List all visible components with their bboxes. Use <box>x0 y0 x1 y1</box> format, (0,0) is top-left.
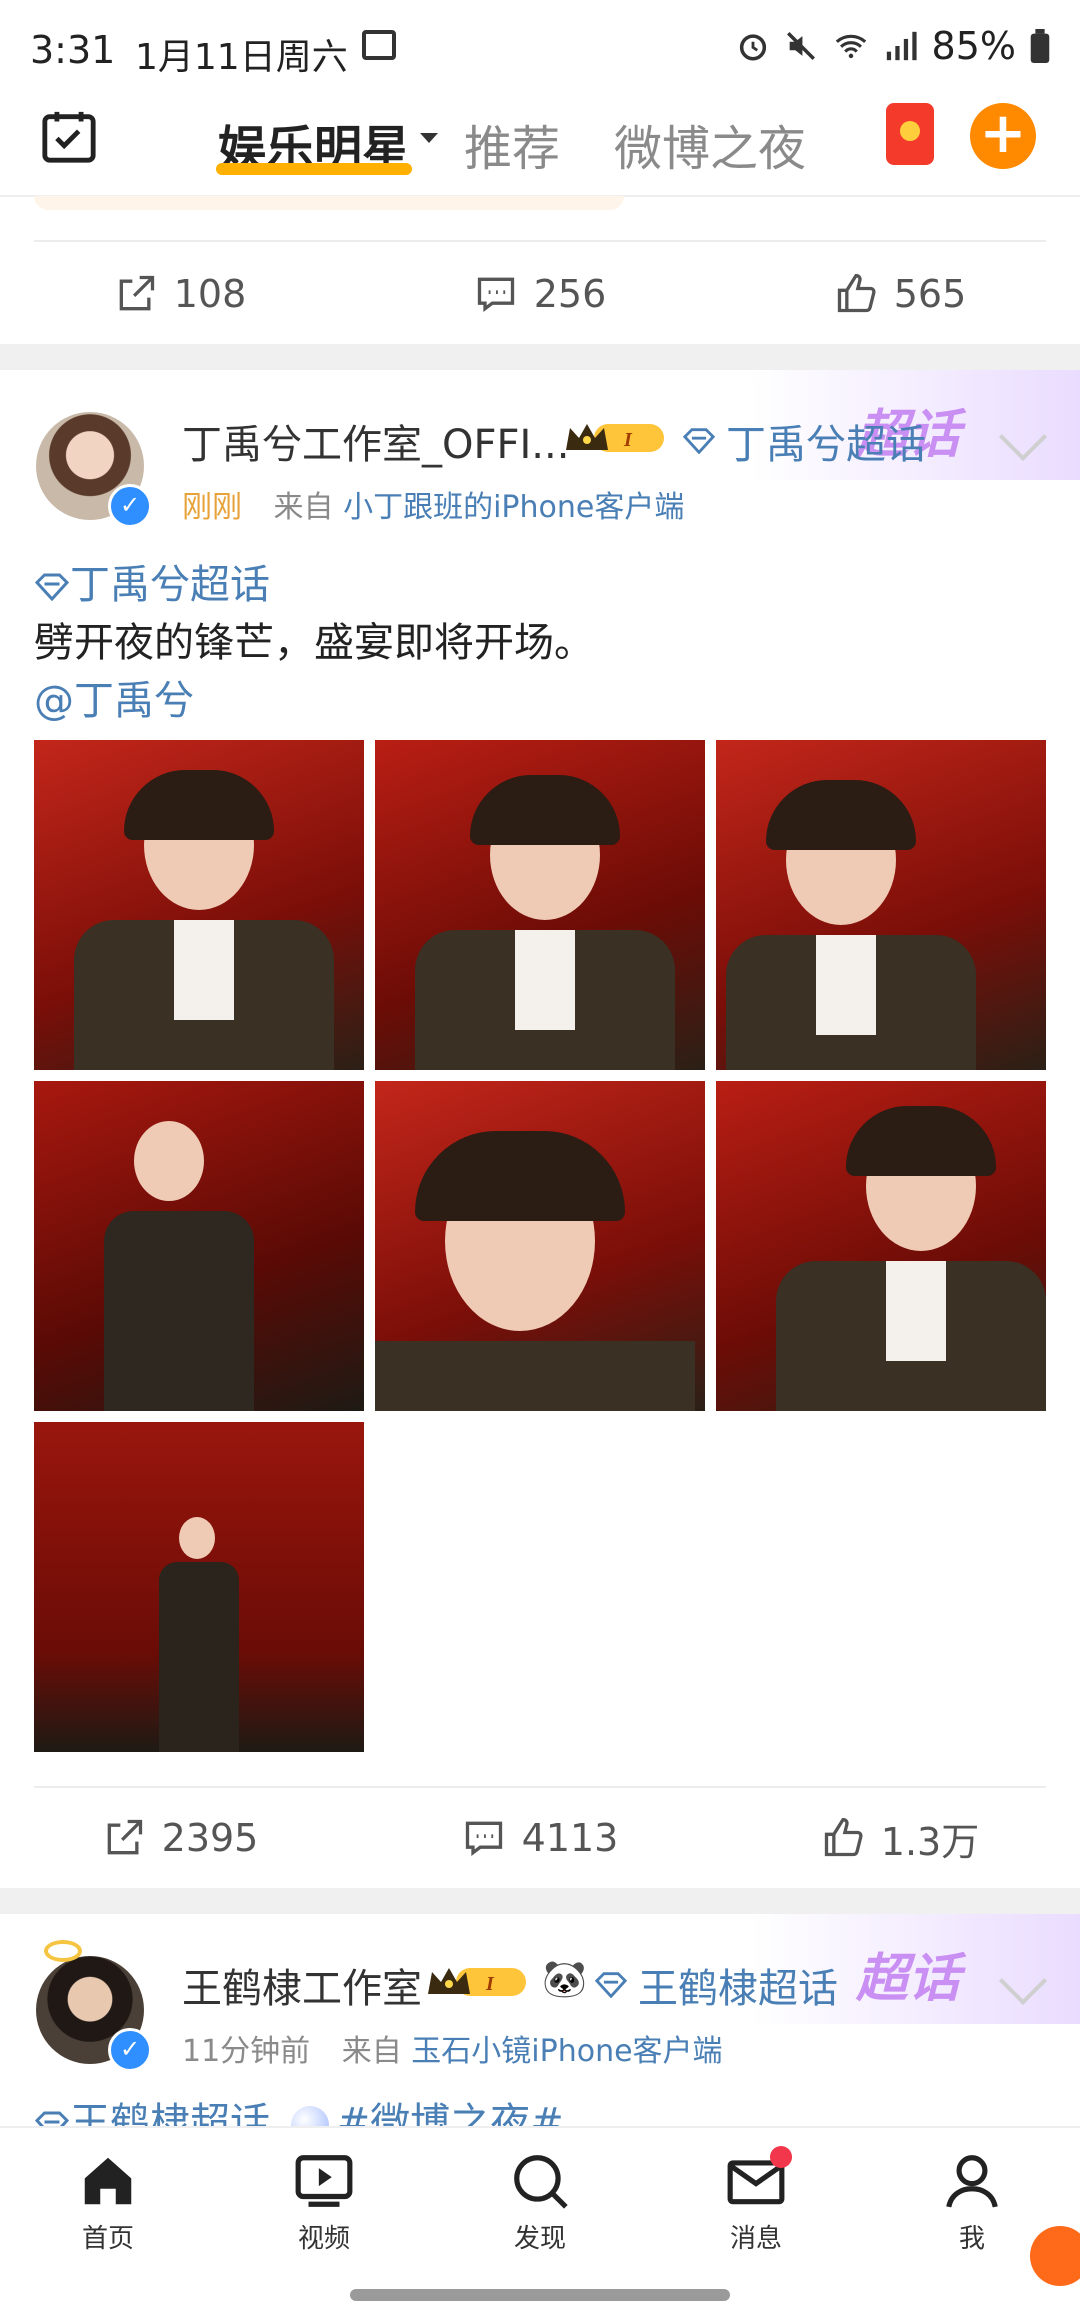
battery-icon <box>1030 29 1050 63</box>
chaohua-label: 超话 <box>855 1949 960 2009</box>
comment-count: 256 <box>533 272 607 316</box>
post-time: 刚刚 <box>182 490 242 525</box>
comment-button[interactable]: 4113 <box>360 1816 720 1860</box>
wifi-icon <box>835 34 866 59</box>
repost-button[interactable]: 108 <box>0 272 360 316</box>
member-crown-icon: I <box>566 424 664 452</box>
verified-badge-icon: ✓ <box>108 2028 152 2072</box>
comment-count: 4113 <box>521 1816 619 1860</box>
panda-icon: 🐼 <box>542 1959 587 2000</box>
battery-percent: 85% <box>931 24 1016 68</box>
post-source[interactable]: 小丁跟班的iPhone客户端 <box>343 490 684 525</box>
compose-button[interactable]: + <box>970 103 1036 169</box>
top-nav: 娱乐明星 推荐 微博之夜 + <box>0 95 1080 197</box>
post-source[interactable]: 玉石小镜iPhone客户端 <box>411 2034 722 2069</box>
post1-actions: 2395 4113 1.3万 <box>0 1788 1080 1888</box>
post-time: 11分钟前 <box>182 2034 311 2069</box>
comment-button[interactable]: 256 <box>360 272 720 316</box>
svg-text:I: I <box>623 429 633 451</box>
repost-count: 2395 <box>161 1816 259 1860</box>
post-tag-line[interactable]: 丁禹兮超话 <box>34 552 270 610</box>
diamond-icon <box>34 573 70 602</box>
thumbs-up-icon <box>824 1818 863 1857</box>
alarm-icon <box>739 34 766 61</box>
unread-dot <box>770 2146 792 2168</box>
gesture-bar[interactable] <box>350 2289 730 2301</box>
repost-count: 108 <box>173 272 247 316</box>
like-count: 1.3万 <box>880 1819 980 1864</box>
chevron-down-icon[interactable] <box>420 133 438 143</box>
repost-button[interactable]: 2395 <box>0 1816 360 1860</box>
tab-active-indicator <box>216 163 412 175</box>
red-packet-icon[interactable] <box>886 103 934 165</box>
post-author-name[interactable]: 王鹤棣工作室 <box>182 1956 422 2014</box>
section-gap <box>0 344 1080 370</box>
comment-icon <box>477 277 514 312</box>
profile-icon <box>946 2155 998 2208</box>
thumbs-up-icon <box>837 274 876 313</box>
post-mention[interactable]: @丁禹兮 <box>34 668 194 726</box>
repost-icon <box>119 275 154 311</box>
diamond-icon <box>682 428 716 454</box>
photo-4[interactable] <box>34 1081 364 1411</box>
nav-home-label: 首页 <box>81 2224 134 2254</box>
comment-icon <box>465 1821 502 1856</box>
video-icon <box>295 2155 353 2207</box>
calendar-checkin-icon[interactable] <box>40 107 98 165</box>
gallery-icon <box>362 30 396 60</box>
section-gap <box>0 1888 1080 1914</box>
source-prefix: 来自 <box>273 490 334 525</box>
signal-icon <box>886 31 917 61</box>
photo-5[interactable] <box>375 1081 705 1411</box>
nav-discover[interactable]: 发现 <box>432 2128 648 2274</box>
photo-1[interactable] <box>34 740 364 1070</box>
photo-2[interactable] <box>375 740 705 1070</box>
nav-me-label: 我 <box>958 2224 985 2254</box>
mute-icon <box>786 31 815 61</box>
photo-3[interactable] <box>716 740 1046 1070</box>
weibo-float-icon[interactable] <box>1030 2226 1080 2286</box>
post-author-name[interactable]: 丁禹兮工作室_OFFI... <box>182 412 569 470</box>
bottom-nav: 首页 视频 发现 消息 我 <box>0 2126 1080 2274</box>
search-icon <box>514 2155 568 2209</box>
nav-video-label: 视频 <box>297 2224 350 2254</box>
topic-link[interactable]: 王鹤棣超话 <box>638 1956 838 2014</box>
nav-messages-label: 消息 <box>729 2224 782 2254</box>
halo-icon <box>44 1940 82 1962</box>
svg-text:I: I <box>485 1973 495 1995</box>
verified-badge-icon: ✓ <box>108 484 152 528</box>
like-button[interactable]: 1.3万 <box>720 1811 1080 1866</box>
status-icons: 85% <box>736 24 1050 68</box>
like-button[interactable]: 565 <box>720 272 1080 316</box>
nav-discover-label: 发现 <box>513 2224 566 2254</box>
post-meta: 刚刚 来自 小丁跟班的iPhone客户端 <box>182 482 684 526</box>
post-meta: 11分钟前 来自 玉石小镜iPhone客户端 <box>182 2026 723 2070</box>
nav-messages[interactable]: 消息 <box>648 2128 864 2274</box>
home-icon <box>84 2157 132 2205</box>
diamond-icon <box>594 1972 628 1998</box>
prev-post-card-edge <box>34 196 624 210</box>
tab-weibo-night[interactable]: 微博之夜 <box>614 109 806 179</box>
like-count: 565 <box>893 272 967 316</box>
topic-link[interactable]: 丁禹兮超话 <box>726 412 926 470</box>
nav-home[interactable]: 首页 <box>0 2128 216 2274</box>
prev-post-actions: 108 256 565 <box>0 244 1080 344</box>
source-prefix: 来自 <box>341 2034 402 2069</box>
status-bar: 3:31 1月11日周六 85% <box>0 0 1080 95</box>
photo-7[interactable] <box>34 1422 364 1752</box>
divider <box>34 240 1046 242</box>
post-topic-tag[interactable]: 丁禹兮超话 <box>70 562 270 608</box>
status-date: 1月11日周六 <box>135 37 348 78</box>
nav-video[interactable]: 视频 <box>216 2128 432 2274</box>
status-time: 3:31 <box>30 28 116 72</box>
tab-recommend[interactable]: 推荐 <box>464 109 560 179</box>
photo-6[interactable] <box>716 1081 1046 1411</box>
repost-icon <box>107 1819 142 1855</box>
post-text: 劈开夜的锋芒，盛宴即将开场。 <box>34 620 594 666</box>
member-crown-icon: I <box>428 1968 526 1996</box>
